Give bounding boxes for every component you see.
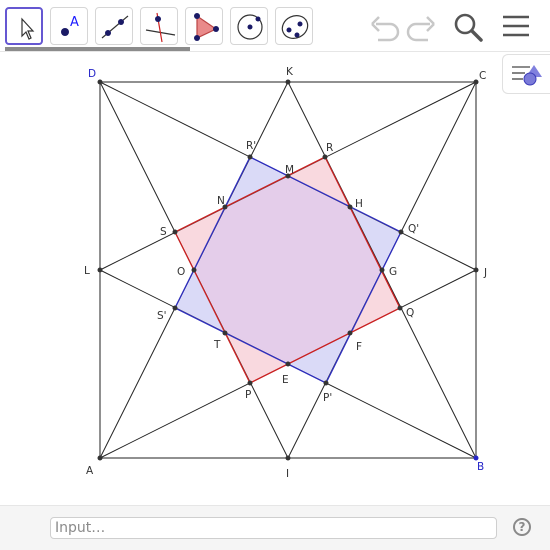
circle-tool-button[interactable] [230,7,268,45]
point-A[interactable] [97,455,103,461]
label-K: K [286,66,294,78]
graphics-view[interactable]: A B C D I J K L M N O T E F G H P Q R S … [0,52,550,505]
toolbar: A [0,0,550,52]
hamburger-menu-icon[interactable] [500,12,532,42]
label-Q-prime: Q' [408,223,419,235]
ellipse-icon [281,15,309,39]
label-S: S [160,226,167,238]
point-L[interactable] [97,267,103,273]
point-R-prime[interactable] [247,154,253,160]
point-T[interactable] [222,330,228,336]
svg-text:A: A [70,15,79,30]
perpendicular-line-tool-button[interactable] [140,7,178,45]
input-bar: Input… ? [0,505,550,550]
point-S-prime[interactable] [172,305,178,311]
label-P-prime: P' [323,392,332,404]
point-D[interactable] [97,79,103,85]
perpendicular-line-icon [145,12,176,43]
point-icon: A [61,15,79,36]
cursor-arrow-icon [21,17,35,40]
label-D: D [88,68,96,80]
label-L: L [84,265,90,277]
label-S-prime: S' [157,310,167,322]
label-F: F [356,341,362,353]
polygon-tool-button[interactable] [185,7,223,45]
undo-icon[interactable] [368,12,402,42]
help-icon[interactable]: ? [513,518,531,536]
label-I: I [286,468,289,480]
point-R[interactable] [322,154,328,160]
algebra-input-field[interactable]: Input… [50,517,497,539]
point-E[interactable] [285,361,291,367]
label-T: T [213,339,221,351]
point-F[interactable] [347,330,353,336]
label-Q: Q [406,307,414,319]
label-J: J [483,267,487,279]
line-tool-button[interactable] [95,7,133,45]
label-R: R [326,142,333,154]
label-C: C [479,70,486,82]
point-Q-prime[interactable] [398,229,404,235]
point-P-prime[interactable] [323,380,329,386]
point-H[interactable] [347,204,353,210]
label-N: N [217,195,225,207]
circle-center-point-icon [237,14,263,40]
point-S[interactable] [172,229,178,235]
redo-icon[interactable] [404,12,438,42]
label-M: M [285,164,294,176]
move-tool-button[interactable] [5,7,43,45]
point-G[interactable] [379,267,385,273]
label-O: O [177,266,185,278]
point-C[interactable] [473,79,479,85]
label-P: P [245,389,251,401]
polygon-icon [194,13,219,41]
conic-tool-button[interactable] [275,7,313,45]
label-B: B [477,461,484,473]
label-R-prime: R' [246,140,256,152]
label-G: G [389,266,397,278]
point-I[interactable] [285,455,291,461]
point-B[interactable] [473,455,479,461]
point-Q[interactable] [397,305,403,311]
point-J[interactable] [473,267,479,273]
label-H: H [355,198,363,210]
label-E: E [282,374,289,386]
point-tool-button[interactable]: A [50,7,88,45]
line-through-points-icon [101,15,129,39]
point-K[interactable] [285,79,291,85]
label-A: A [86,465,94,477]
point-P[interactable] [247,380,253,386]
point-O[interactable] [191,267,197,273]
search-icon[interactable] [452,11,484,43]
